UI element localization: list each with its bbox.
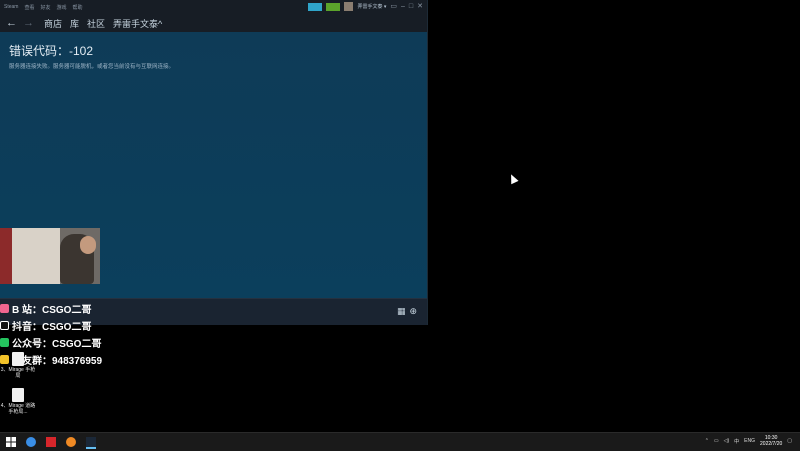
nav-links: 商店 库 社区 弄雷手文泰^	[44, 17, 162, 30]
firefox-icon[interactable]	[66, 437, 76, 447]
windows-start-icon[interactable]	[6, 437, 16, 447]
minimize-button[interactable]: –	[401, 2, 405, 11]
nav-link-profile[interactable]: 弄雷手文泰^	[113, 17, 162, 30]
maximize-button[interactable]: □	[409, 2, 413, 11]
desktop-icon-label: 4、Mirage 道路手枪局...	[0, 403, 36, 415]
avatar[interactable]	[344, 2, 354, 11]
clock-date: 2022/7/20	[760, 441, 783, 447]
close-button[interactable]: ✕	[417, 2, 423, 11]
back-arrow-icon[interactable]: ←	[6, 17, 17, 29]
volume-icon[interactable]: ◁)	[724, 438, 730, 444]
menu-item-view[interactable]: 查看	[24, 4, 34, 11]
network-icon[interactable]: ▭	[714, 438, 719, 444]
overlay-text: B 站：CSGO二哥	[12, 305, 92, 316]
menu-item-games[interactable]: 游戏	[56, 4, 66, 11]
desktop-icon-label: 3、Mirage 手枪局	[0, 367, 36, 379]
webcam-face	[80, 236, 96, 254]
language-indicator[interactable]: ENG	[744, 438, 755, 444]
error-title: 错误代码：-102	[9, 44, 94, 58]
system-tray: ⌃ ▭ ◁) 中 ENG 10:30 2022/7/20 ▢	[705, 435, 792, 447]
nav-link-library[interactable]: 库	[70, 17, 79, 30]
error-message: 服务器连接失败。服务器可能脱机，或者您当前没有与互联网连接。	[9, 64, 175, 70]
overlay-text: 抖音：CSGO二哥	[12, 322, 92, 333]
desktop-icon-mirage-4[interactable]: 4、Mirage 道路手枪局...	[0, 388, 36, 415]
tiktok-icon	[0, 321, 9, 330]
friends-chat-icon[interactable]: ▦	[397, 306, 406, 317]
nav-bar: ← → 商店 库 社区 弄雷手文泰^	[0, 14, 427, 32]
input-method[interactable]: 中	[734, 438, 739, 445]
overlay-line-wechat: 公众号：CSGO二哥	[0, 334, 102, 351]
add-icon[interactable]: ⊕	[409, 306, 417, 317]
wechat-icon	[0, 338, 9, 347]
notification-center-icon[interactable]: ▢	[787, 438, 792, 444]
menu-bar: Steam 查看 好友 游戏 帮助	[4, 4, 83, 11]
broadcast-button[interactable]	[308, 2, 323, 11]
menu-item-friends[interactable]: 好友	[40, 4, 50, 11]
app-icon-red[interactable]	[46, 437, 56, 447]
nav-link-community[interactable]: 社区	[87, 17, 105, 30]
taskbar: ⌃ ▭ ◁) 中 ENG 10:30 2022/7/20 ▢	[0, 432, 800, 451]
overlay-line-bilibili: B 站：CSGO二哥	[0, 300, 102, 317]
menu-item-steam[interactable]: Steam	[4, 4, 18, 11]
tray-chevron-icon[interactable]: ⌃	[705, 438, 709, 444]
bottom-bar-icons: ▦ ⊕	[397, 306, 417, 317]
nav-link-store[interactable]: 商店	[44, 17, 62, 30]
forward-arrow-icon[interactable]: →	[23, 17, 34, 29]
title-bar-right: 弄雷手文泰 ▾ ▭ – □ ✕	[308, 2, 423, 11]
app-icon-browser[interactable]	[26, 437, 36, 447]
mouse-cursor-icon	[507, 172, 519, 185]
title-bar: Steam 查看 好友 游戏 帮助 弄雷手文泰 ▾ ▭ – □ ✕	[0, 0, 427, 14]
menu-item-help[interactable]: 帮助	[73, 4, 83, 11]
big-picture-icon[interactable]: ▭	[390, 2, 397, 11]
clock[interactable]: 10:30 2022/7/20	[760, 435, 782, 447]
account-menu[interactable]: 弄雷手文泰 ▾	[357, 3, 386, 10]
file-icon	[12, 388, 24, 402]
overlay-line-douyin: 抖音：CSGO二哥	[0, 317, 102, 334]
file-icon	[12, 352, 24, 366]
notification-button[interactable]	[326, 2, 341, 11]
desktop-icon-mirage-3[interactable]: 3、Mirage 手枪局	[0, 352, 36, 379]
webcam-feed	[0, 228, 100, 284]
bilibili-icon	[0, 304, 9, 313]
steam-taskbar-icon[interactable]	[86, 437, 96, 449]
overlay-text: 公众号：CSGO二哥	[12, 339, 102, 350]
